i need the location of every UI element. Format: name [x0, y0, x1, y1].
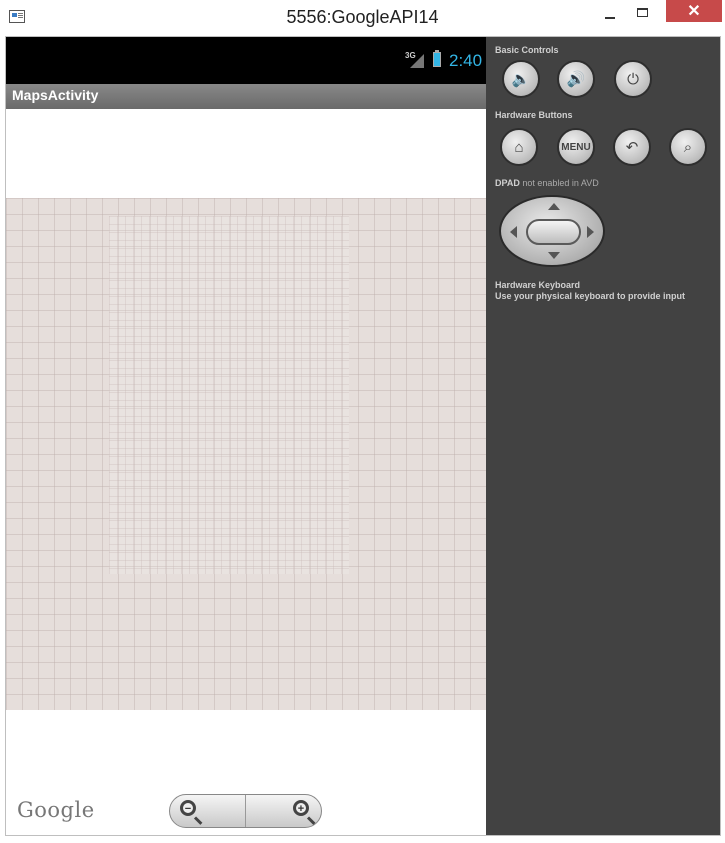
power-button[interactable]: ⏻ — [614, 60, 652, 98]
dpad-label: DPAD not enabled in AVD — [495, 178, 599, 188]
back-icon: ↶ — [625, 139, 639, 156]
close-button[interactable]: ✕ — [666, 0, 722, 22]
dpad-label-text: DPAD — [495, 178, 520, 188]
menu-button[interactable]: MENU — [557, 128, 595, 166]
dpad-left-icon[interactable] — [510, 226, 517, 238]
minimize-button[interactable] — [596, 0, 624, 24]
search-icon: ⌕ — [683, 138, 693, 156]
minimize-icon — [605, 17, 615, 19]
zoom-in-icon: + — [293, 800, 309, 816]
maximize-button[interactable] — [628, 0, 656, 24]
home-button[interactable]: ⌂ — [500, 128, 538, 166]
dpad-center-button[interactable] — [526, 219, 581, 245]
map-tile-loading — [109, 216, 349, 574]
back-button[interactable]: ↶ — [613, 128, 651, 166]
network-type-label: 3G — [405, 51, 416, 60]
battery-icon — [433, 50, 441, 67]
hardware-keyboard-title: Hardware Keyboard — [495, 280, 581, 290]
zoom-out-icon: − — [180, 800, 196, 816]
status-bar: 3G 2:40 — [6, 37, 486, 84]
zoom-controls: − + — [169, 794, 322, 828]
menu-button-label: MENU — [561, 141, 591, 153]
map-tile-grid[interactable] — [6, 198, 486, 710]
volume-down-icon: 🔈 — [511, 71, 531, 88]
action-bar: MapsActivity — [6, 84, 486, 109]
zoom-in-button[interactable]: + — [246, 795, 321, 827]
dpad-note: not enabled in AVD — [522, 178, 599, 188]
status-clock: 2:40 — [449, 51, 483, 70]
hardware-keyboard-note: Use your physical keyboard to provide in… — [495, 291, 686, 301]
basic-controls-label: Basic Controls — [495, 45, 559, 55]
emulator-control-panel: Basic Controls 🔈 🔊 ⏻ Hardware Buttons ⌂ … — [486, 37, 720, 835]
hardware-buttons-label: Hardware Buttons — [495, 110, 573, 120]
window-titlebar: 5556:GoogleAPI14 ✕ — [0, 0, 725, 36]
dpad-control[interactable] — [499, 195, 605, 267]
volume-up-icon: 🔊 — [566, 71, 586, 88]
dpad-down-icon[interactable] — [548, 252, 560, 259]
maximize-icon — [636, 7, 648, 17]
zoom-out-button[interactable]: − — [170, 795, 246, 827]
home-icon: ⌂ — [514, 138, 524, 156]
close-icon: ✕ — [687, 3, 701, 20]
power-icon: ⏻ — [627, 70, 639, 88]
map-blank-area[interactable] — [6, 109, 486, 198]
volume-down-button[interactable]: 🔈 — [502, 60, 540, 98]
google-logo: Google — [17, 798, 95, 822]
emulator-screen[interactable]: 3G 2:40 MapsActivity Google − + — [6, 37, 486, 835]
volume-up-button[interactable]: 🔊 — [557, 60, 595, 98]
dpad-right-icon[interactable] — [587, 226, 594, 238]
dpad-up-icon[interactable] — [548, 203, 560, 210]
hardware-keyboard-info: Hardware Keyboard Use your physical keyb… — [495, 280, 685, 302]
search-button[interactable]: ⌕ — [669, 128, 707, 166]
activity-title: MapsActivity — [12, 87, 99, 103]
